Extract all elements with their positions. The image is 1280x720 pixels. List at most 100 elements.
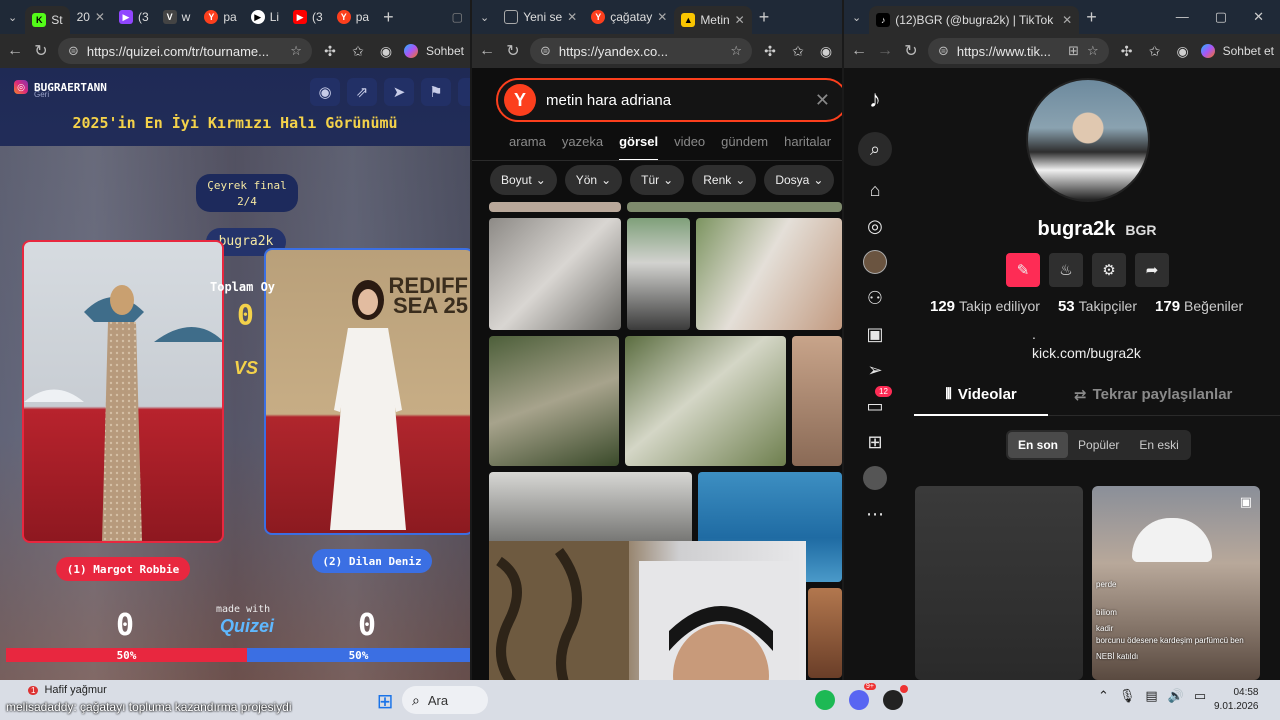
favorite-star-icon[interactable]: ☆ [1087, 43, 1099, 59]
tab-video[interactable]: video [674, 134, 705, 161]
search-icon[interactable]: ⌕ [858, 132, 892, 166]
discord-icon[interactable]: 9+ [846, 683, 876, 713]
tab-list-button[interactable]: ⌄ [472, 3, 497, 31]
minimize-button[interactable]: ▢ [445, 3, 470, 31]
tab-yandex[interactable]: Ypa [197, 3, 243, 31]
share-icon[interactable]: ⇗ [347, 78, 377, 106]
tab-kick[interactable]: K St [25, 6, 70, 34]
filter-color[interactable]: Renk ⌄ [692, 165, 757, 195]
back-link[interactable]: Geri [34, 90, 49, 99]
tab-yazeka[interactable]: yazeka [562, 134, 603, 161]
favorites-icon[interactable]: ✩ [1145, 43, 1165, 60]
site-settings-icon[interactable]: ⊜ [68, 43, 79, 59]
new-tab-button[interactable]: + [376, 3, 401, 31]
tab-yandex-cagatay[interactable]: Yçağatay ✕ [584, 3, 674, 31]
more-icon[interactable]: ⋮ [458, 78, 470, 106]
image-result[interactable] [792, 336, 842, 466]
close-icon[interactable]: ✕ [95, 10, 105, 24]
network-icon[interactable]: ▤ [1145, 688, 1157, 704]
quizei-logo[interactable]: Quizei [220, 616, 274, 637]
taskbar-search[interactable]: ⌕ Ara [402, 686, 488, 714]
yandex-logo-icon[interactable]: Y [504, 84, 536, 116]
back-icon[interactable]: ← [850, 42, 868, 60]
clear-search-icon[interactable]: ✕ [815, 90, 830, 111]
filter-orientation[interactable]: Yön ⌄ [564, 165, 623, 195]
site-settings-icon[interactable]: ⊜ [938, 43, 949, 59]
video-thumbnail[interactable] [915, 486, 1083, 680]
tab-tiktok[interactable]: ♪ (12)BGR (@bugra2k) | TikTok ✕ [869, 6, 1080, 34]
back-icon[interactable]: ← [478, 42, 496, 60]
promote-icon[interactable]: ♨ [1049, 253, 1083, 287]
tab-list-button[interactable]: ⌄ [0, 3, 25, 31]
tab-gundem[interactable]: gündem [721, 134, 768, 161]
contestant-left-card[interactable] [22, 240, 224, 543]
maximize-button[interactable]: ▢ [1215, 9, 1227, 25]
spotify-icon[interactable] [812, 687, 838, 713]
live-icon[interactable]: ▣ [863, 322, 887, 346]
windows-start-icon[interactable]: ⊞ [372, 688, 398, 714]
translate-icon[interactable]: ⊞ [1068, 43, 1079, 59]
avatar-nav-icon[interactable] [863, 250, 887, 274]
battery-icon[interactable]: ▭ [1194, 688, 1206, 704]
close-window-button[interactable]: ✕ [1253, 9, 1264, 25]
tab-reposts[interactable]: ⇄ Tekrar paylaşılanlar [1074, 386, 1232, 416]
image-result[interactable] [627, 218, 690, 330]
profile-avatar[interactable] [1026, 78, 1150, 202]
explore-icon[interactable]: ◎ [863, 214, 887, 238]
volume-icon[interactable]: 🔊 [1168, 688, 1184, 704]
sort-oldest[interactable]: En eski [1129, 432, 1188, 458]
weather-widget[interactable]: 1 Hafif yağmur [28, 684, 107, 696]
clock[interactable]: 04:58 9.01.2026 [1214, 686, 1259, 714]
edit-profile-icon[interactable]: ✎ [1006, 253, 1040, 287]
filter-type[interactable]: Tür ⌄ [630, 165, 685, 195]
filter-file[interactable]: Dosya ⌄ [764, 165, 835, 195]
home-icon[interactable]: ⌂ [863, 178, 887, 202]
following-icon[interactable]: ⚇ [863, 286, 887, 310]
sort-latest[interactable]: En son [1008, 432, 1069, 458]
tab-play[interactable]: ▶ Li [244, 3, 286, 31]
tab-gorsel[interactable]: görsel [619, 134, 659, 161]
send-icon[interactable]: ➤ [384, 78, 414, 106]
extensions-icon[interactable]: ✣ [1117, 43, 1137, 60]
tab-yandex-2[interactable]: Ypa [330, 3, 376, 31]
url-field[interactable]: ⊜ https://yandex.co... ☆ [530, 38, 752, 64]
sort-popular[interactable]: Popüler [1068, 432, 1129, 458]
obs-icon[interactable] [880, 685, 908, 713]
close-icon[interactable]: ✕ [657, 10, 667, 24]
bio-link[interactable]: kick.com/bugra2k [1032, 345, 1141, 361]
back-icon[interactable]: ← [6, 42, 24, 60]
tab-v[interactable]: Vw [156, 3, 198, 31]
image-result[interactable] [489, 218, 621, 330]
inbox-icon[interactable]: ▭ 12 [863, 386, 892, 418]
new-tab-button[interactable]: + [752, 3, 777, 31]
close-icon[interactable]: ✕ [1062, 13, 1072, 27]
tab-videos[interactable]: ⦀ Videolar [914, 386, 1048, 416]
profile-nav-icon[interactable] [863, 466, 887, 490]
messages-icon[interactable]: ➢ [863, 358, 887, 382]
profile-icon[interactable]: ◉ [376, 43, 396, 60]
tab-doc[interactable]: 20 ✕ [70, 3, 112, 31]
eye-icon[interactable]: ◉ [310, 78, 340, 106]
refresh-icon[interactable]: ↻ [504, 41, 522, 61]
url-field[interactable]: ⊜ https://www.tik... ⊞ ☆ [928, 38, 1109, 64]
url-field[interactable]: ⊜ https://quizei.com/tr/tourname... ☆ [58, 38, 312, 64]
microphone-icon[interactable]: 🎙 [1119, 688, 1136, 704]
tab-list-button[interactable]: ⌄ [844, 3, 869, 31]
upload-icon[interactable]: ⊞ [863, 430, 887, 454]
chat-label[interactable]: Sohbet [426, 44, 464, 58]
image-result[interactable] [696, 218, 842, 330]
image-result[interactable] [489, 202, 621, 212]
settings-icon[interactable]: ⚙ [1092, 253, 1126, 287]
more-icon[interactable]: ⋯ [863, 502, 887, 526]
chat-label[interactable]: Sohbet et [1223, 44, 1274, 58]
minimize-button[interactable]: — [1176, 9, 1189, 25]
favorite-star-icon[interactable]: ☆ [290, 43, 302, 59]
image-result[interactable] [627, 202, 842, 212]
profile-icon[interactable]: ◉ [816, 43, 836, 60]
image-result[interactable] [489, 336, 619, 466]
search-box[interactable]: Y metin hara adriana ✕ [496, 78, 842, 122]
copilot-icon[interactable] [403, 44, 418, 58]
refresh-icon[interactable]: ↻ [32, 41, 50, 61]
chevron-up-icon[interactable]: ⌃ [1098, 688, 1109, 704]
search-query[interactable]: metin hara adriana [546, 92, 671, 109]
